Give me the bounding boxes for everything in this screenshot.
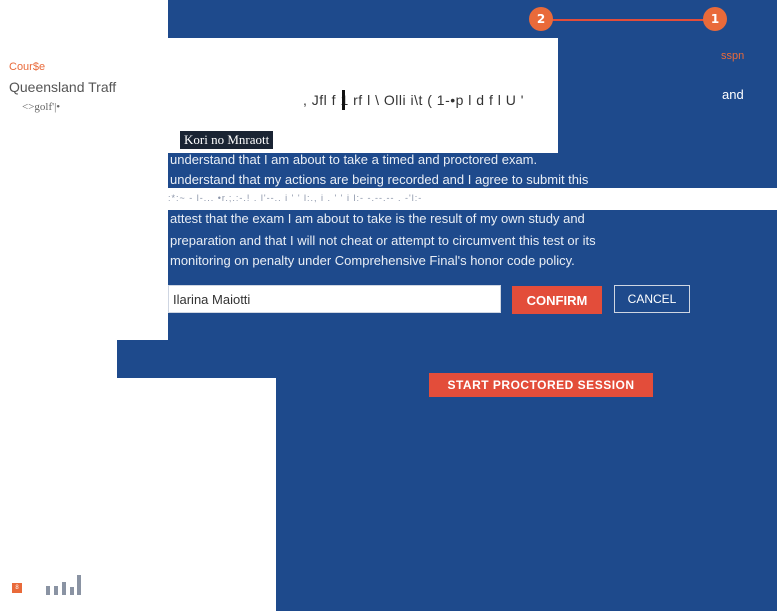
attestation-line: monitoring on penalty under Comprehensiv… bbox=[170, 253, 575, 268]
course-subtitle: <>golf'|• bbox=[22, 101, 61, 113]
page-background-lower bbox=[0, 378, 276, 611]
step-1-indicator: 1 bbox=[703, 7, 727, 31]
garbled-text-line: :*:~ - l-... •r.;.:-.! . l'--.. i ' ' l:… bbox=[168, 193, 423, 203]
attestation-line: understand that I am about to take a tim… bbox=[170, 152, 538, 167]
step-2-indicator: 2 bbox=[529, 7, 553, 31]
confirm-button[interactable]: CONFIRM bbox=[512, 286, 602, 314]
attestation-line: preparation and that I will not cheat or… bbox=[170, 233, 596, 248]
session-label: sspn bbox=[721, 50, 745, 62]
student-name-label: Kori no Mnraott bbox=[180, 131, 274, 149]
signature-input[interactable] bbox=[168, 285, 501, 313]
page-sidebar-background bbox=[0, 0, 168, 340]
course-label: Cour$e bbox=[9, 61, 46, 73]
stepper-line bbox=[546, 19, 716, 21]
attestation-line: understand that my actions are being rec… bbox=[170, 172, 589, 187]
attestation-line: attest that the exam I am about to take … bbox=[170, 211, 585, 226]
course-name[interactable]: Queensland Traff bbox=[9, 79, 116, 95]
and-text: and bbox=[722, 87, 744, 102]
page-title: , Jfl f 1 rf l \ Olli i\t ( 1-•p l d f l… bbox=[303, 92, 524, 108]
footer-badge: 8 bbox=[12, 583, 22, 593]
cancel-button[interactable]: CANCEL bbox=[614, 285, 690, 313]
start-proctored-session-button[interactable]: START PROCTORED SESSION bbox=[429, 373, 653, 397]
text-cursor bbox=[342, 90, 345, 110]
